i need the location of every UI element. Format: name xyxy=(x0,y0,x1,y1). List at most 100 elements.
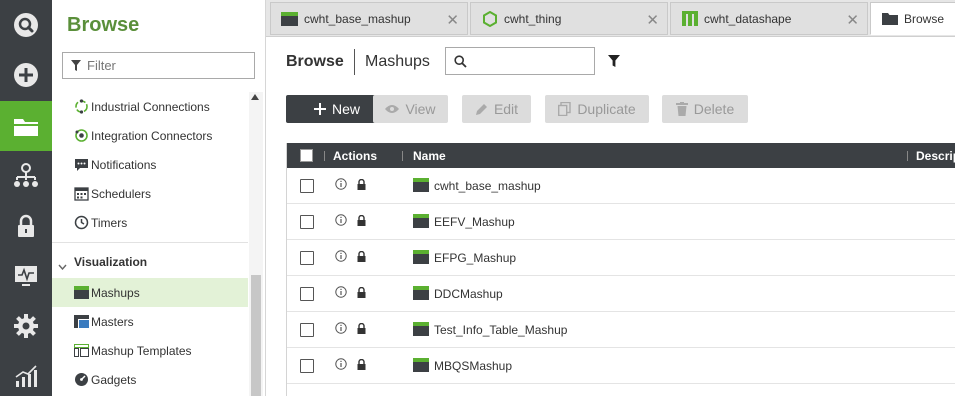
browse-tree: Industrial Connections Integration Conne… xyxy=(52,92,248,396)
lock-icon[interactable] xyxy=(357,250,366,265)
grid-header: Actions Name Descrip xyxy=(287,143,955,168)
tree-item-label: Notifications xyxy=(91,157,157,172)
lock-icon[interactable] xyxy=(357,358,366,373)
row-name[interactable]: MBQSMashup xyxy=(434,359,512,373)
search-icon xyxy=(454,54,467,68)
tree-item-label: Timers xyxy=(91,215,128,230)
filter-box[interactable] xyxy=(62,52,255,79)
bar-chart-icon xyxy=(15,365,37,387)
rail-analytics-button[interactable] xyxy=(0,351,52,396)
tab-bar: cwht_base_mashup ✕ cwht_thing ✕ cwht_dat… xyxy=(266,0,955,37)
rail-security-button[interactable] xyxy=(0,201,52,251)
tree-group-visualization[interactable]: Visualization xyxy=(52,247,248,277)
mashup-icon xyxy=(413,322,429,339)
rail-add-button[interactable] xyxy=(0,50,52,100)
column-description[interactable]: Descrip xyxy=(916,149,955,163)
info-icon[interactable] xyxy=(335,178,347,193)
edit-button[interactable]: Edit xyxy=(462,95,531,123)
select-all-checkbox[interactable] xyxy=(300,149,313,162)
tab-cwht-datashape[interactable]: cwht_datashape ✕ xyxy=(670,2,868,35)
view-button[interactable]: View xyxy=(373,95,448,123)
lock-icon[interactable] xyxy=(357,214,366,229)
tab-cwht-base-mashup[interactable]: cwht_base_mashup ✕ xyxy=(270,2,468,35)
filter-input[interactable] xyxy=(87,58,237,73)
rail-browse-button[interactable] xyxy=(0,101,52,151)
tree-item-notifications[interactable]: Notifications xyxy=(52,150,248,179)
master-icon xyxy=(74,314,89,329)
tree-item-timers[interactable]: Timers xyxy=(52,208,248,237)
datashape-icon xyxy=(681,11,698,26)
plus-icon xyxy=(313,103,326,115)
tree-item-masters[interactable]: Masters xyxy=(52,307,248,336)
row-name[interactable]: cwht_base_mashup xyxy=(434,179,541,193)
table-row[interactable]: DDCMashup xyxy=(287,276,955,312)
tree-item-label: Industrial Connections xyxy=(91,99,210,114)
row-name[interactable]: DDCMashup xyxy=(434,287,503,301)
row-checkbox[interactable] xyxy=(300,323,314,337)
trash-icon xyxy=(675,102,688,116)
info-icon[interactable] xyxy=(335,358,347,373)
tab-label: cwht_thing xyxy=(504,11,562,26)
row-checkbox[interactable] xyxy=(300,359,314,373)
table-row[interactable]: EFPG_Mashup xyxy=(287,240,955,276)
breadcrumb-divider xyxy=(354,49,355,75)
tree-item-mashups[interactable]: Mashups xyxy=(52,278,248,307)
tree-item-schedulers[interactable]: Schedulers xyxy=(52,179,248,208)
funnel-icon[interactable] xyxy=(608,54,620,72)
table-row[interactable]: EEFV_Mashup xyxy=(287,204,955,240)
rail-hierarchy-button[interactable] xyxy=(0,151,52,201)
view-button-label: View xyxy=(405,101,436,117)
table-row[interactable]: cwht_base_mashup xyxy=(287,168,955,204)
mashup-icon xyxy=(413,358,429,375)
tree-scrollbar[interactable] xyxy=(249,92,263,396)
lock-icon[interactable] xyxy=(357,286,366,301)
row-checkbox[interactable] xyxy=(300,215,314,229)
row-checkbox[interactable] xyxy=(300,179,314,193)
info-icon[interactable] xyxy=(335,286,347,301)
close-icon[interactable]: ✕ xyxy=(646,11,659,29)
row-checkbox[interactable] xyxy=(300,251,314,265)
column-actions[interactable]: Actions xyxy=(333,149,377,163)
rail-monitoring-button[interactable] xyxy=(0,251,52,301)
row-name[interactable]: EEFV_Mashup xyxy=(434,215,515,229)
row-name[interactable]: EFPG_Mashup xyxy=(434,251,516,265)
info-icon[interactable] xyxy=(335,250,347,265)
delete-button[interactable]: Delete xyxy=(662,95,748,123)
mashup-icon xyxy=(74,285,89,300)
table-row[interactable]: Test_Info_Table_Mashup xyxy=(287,312,955,348)
tree-divider xyxy=(52,242,248,243)
table-row[interactable]: MBQSMashup xyxy=(287,348,955,384)
mashup-icon xyxy=(413,214,429,231)
close-icon[interactable]: ✕ xyxy=(846,11,859,29)
tree-item-gadgets[interactable]: Gadgets xyxy=(52,365,248,394)
tree-item-label: Schedulers xyxy=(91,186,152,201)
tab-label: cwht_datashape xyxy=(704,11,792,26)
tree-item-industrial-connections[interactable]: Industrial Connections xyxy=(52,92,248,121)
row-name[interactable]: Test_Info_Table_Mashup xyxy=(434,323,567,337)
lock-icon[interactable] xyxy=(357,322,366,337)
tab-cwht-thing[interactable]: cwht_thing ✕ xyxy=(470,2,668,35)
tree-item-label: Masters xyxy=(91,314,134,329)
folder-icon xyxy=(881,11,898,26)
lock-icon[interactable] xyxy=(357,178,366,193)
column-name[interactable]: Name xyxy=(413,149,446,163)
row-checkbox[interactable] xyxy=(300,287,314,301)
search-box[interactable] xyxy=(445,47,595,75)
info-icon[interactable] xyxy=(335,322,347,337)
scroll-up-icon[interactable] xyxy=(251,94,259,100)
rail-search-button[interactable] xyxy=(0,0,52,50)
mashup-icon xyxy=(413,286,429,303)
rail-settings-button[interactable] xyxy=(0,301,52,351)
tab-browse[interactable]: Browse xyxy=(870,2,955,35)
browse-panel: Browse Industrial Connections Integratio… xyxy=(52,0,266,396)
tree-item-integration-connectors[interactable]: Integration Connectors xyxy=(52,121,248,150)
scroll-thumb[interactable] xyxy=(251,275,261,396)
tree-item-label: Mashup Templates xyxy=(91,343,192,358)
info-icon[interactable] xyxy=(335,214,347,229)
tree-item-mashup-templates[interactable]: Mashup Templates xyxy=(52,336,248,365)
gadget-icon xyxy=(74,372,89,387)
eye-icon xyxy=(385,104,400,114)
breadcrumb-root[interactable]: Browse xyxy=(286,53,344,71)
duplicate-button[interactable]: Duplicate xyxy=(545,95,649,123)
close-icon[interactable]: ✕ xyxy=(446,11,459,29)
